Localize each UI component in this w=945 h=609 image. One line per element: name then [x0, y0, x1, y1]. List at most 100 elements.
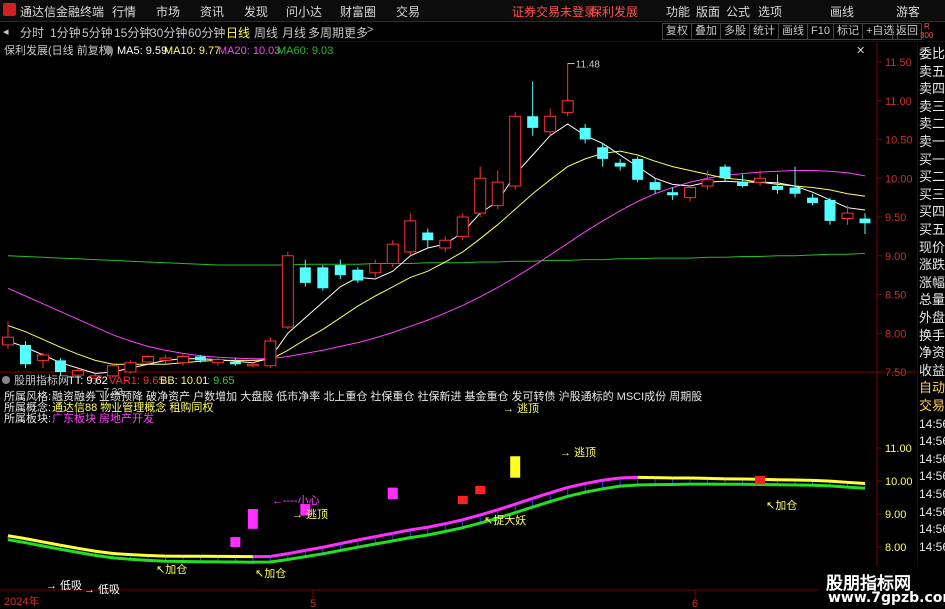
- candle-body-down: [422, 232, 434, 241]
- trade-login-notice[interactable]: 证券交易未登录: [512, 3, 596, 20]
- sub-legend-extra: : 9.65: [207, 375, 235, 387]
- candle-body-down: [737, 182, 749, 186]
- period-30min[interactable]: 30分钟: [150, 24, 187, 41]
- menu-gongneng[interactable]: 功能: [666, 3, 690, 20]
- period-multi[interactable]: 多周期: [308, 24, 344, 41]
- sub-legend-name: 股朋指标网: [14, 373, 69, 387]
- candle-body-up: [561, 100, 574, 113]
- sub-upper-segment: [427, 522, 446, 529]
- menu-zixun[interactable]: 资讯: [200, 3, 224, 20]
- candle-body-down: [649, 182, 661, 190]
- signal-add-3: ↖加仓: [766, 498, 797, 512]
- sidebar-label: 14:56: [919, 487, 945, 501]
- menu-faxian[interactable]: 发现: [244, 3, 268, 20]
- menu-wenxiaoda[interactable]: 问小达: [286, 3, 322, 20]
- candle-body-up: [211, 359, 224, 364]
- menu-jiaoyi[interactable]: 交易: [396, 3, 420, 20]
- candle-body-up: [2, 336, 14, 346]
- sidebar-label: 14:56: [919, 434, 945, 449]
- settings-dot-icon[interactable]: [105, 46, 113, 54]
- candle-body-down: [19, 344, 31, 365]
- sub-settings-dot-icon[interactable]: [2, 376, 10, 384]
- back-button[interactable]: 返回: [892, 23, 922, 40]
- period-60min[interactable]: 60分钟: [188, 24, 225, 41]
- sub-upper-segment: [77, 546, 96, 553]
- diejia-button[interactable]: 叠加: [691, 23, 721, 40]
- ma20-line: [7, 170, 866, 360]
- collapse-icon[interactable]: ✕: [856, 45, 865, 57]
- menu-xuanxiang[interactable]: 选项: [758, 3, 782, 20]
- signal-escape-top-1: → 逃顶: [503, 402, 539, 415]
- chevron-right-icon[interactable]: >: [367, 24, 373, 36]
- sidebar-label: 14:56: [919, 416, 945, 431]
- menu-banmian[interactable]: 版面: [696, 3, 720, 20]
- sub-upper-segment: [584, 478, 603, 485]
- period-5min[interactable]: 5分钟: [82, 24, 113, 41]
- menu-gongshi[interactable]: 公式: [726, 3, 750, 20]
- stock-chart[interactable]: 11.50 11.00 10.50 10.00 9.50 9.00 8.50 8.00 7.50…: [0, 42, 917, 609]
- sub-upper-segment: [60, 543, 79, 550]
- sub-upper-segment: [42, 540, 61, 547]
- main-axis-label: 8.50: [885, 290, 906, 302]
- sidebar-label: 交易: [919, 398, 945, 413]
- sidebar-label: 涨跌: [919, 257, 945, 273]
- period-more[interactable]: 更多: [344, 24, 368, 41]
- watermark: 股朋指标网 www.7gpzb.com: [818, 567, 945, 609]
- candle-body-up: [509, 115, 522, 187]
- menu-hangqing[interactable]: 行情: [112, 3, 136, 20]
- sub-upper-segment: [444, 518, 464, 526]
- sub-upper-segment: [147, 554, 166, 558]
- fuquan-button[interactable]: 复权: [662, 23, 692, 40]
- chevron-left-icon[interactable]: ◂: [3, 25, 9, 38]
- sub-upper-segment: [7, 534, 26, 541]
- sidebar-label: 14:56: [919, 539, 945, 554]
- period-monthly[interactable]: 月线: [282, 24, 306, 41]
- sidebar-label: 收益: [919, 362, 945, 378]
- period-15min[interactable]: 15分钟: [114, 24, 151, 41]
- main-axis-label: 8.00: [885, 328, 906, 340]
- menu-caifuquan[interactable]: 财富圈: [340, 3, 376, 20]
- sub-upper-segment: [812, 478, 831, 483]
- sub-lower-line: [7, 482, 866, 564]
- signal-bar: [387, 487, 398, 500]
- quote-sidebar: 委比 卖五 卖四 卖三 卖二 卖一 买一 买二 买三 买四 买五 现价 涨跌 涨幅 总量 外盘 换手 净资 收益 自动…: [917, 42, 945, 567]
- tongji-button[interactable]: 统计: [749, 23, 779, 40]
- menu-youke[interactable]: 游客: [896, 3, 920, 20]
- period-weekly[interactable]: 周线: [254, 24, 278, 41]
- candle-body-down: [772, 186, 784, 190]
- candle-body-down: [54, 360, 66, 372]
- candle-body-up: [159, 357, 172, 361]
- candle-body-down: [579, 127, 591, 140]
- sidebar-label: 外盘: [919, 310, 945, 325]
- sidebar-label: 卖二: [919, 116, 945, 132]
- sub-legend-bb: BB: 10.01: [160, 375, 208, 387]
- sidebar-label: 卖一: [919, 134, 945, 149]
- period-fenshi[interactable]: 分时: [20, 24, 44, 41]
- app-name: 通达信金融终端: [20, 5, 105, 19]
- signal-escape-top-2: → 逃顶: [560, 446, 596, 459]
- sub-upper-segment: [130, 553, 148, 558]
- candle-body-up: [684, 187, 697, 199]
- sub-legend-tt: TT: 9.62: [68, 375, 108, 387]
- sidebar-label: 换手: [919, 327, 945, 343]
- sub-upper-segment: [602, 476, 621, 482]
- menu-huaxian[interactable]: 画线: [830, 3, 854, 20]
- duogu-button[interactable]: 多股: [720, 23, 750, 40]
- menu-shichang[interactable]: 市场: [156, 3, 180, 20]
- candle-body-up: [176, 356, 189, 364]
- biaoji-button[interactable]: 标记: [833, 23, 863, 40]
- sub-upper-segment: [340, 538, 359, 546]
- title-bar: 通达信金融终端 行情 市场 资讯 发现 问小达 财富圈 交易 证券交易未登录 保…: [0, 0, 945, 22]
- candle-body-down: [334, 265, 346, 276]
- period-1min[interactable]: 1分钟: [50, 24, 81, 41]
- candle-body-down: [667, 192, 679, 196]
- period-daily[interactable]: 日线: [226, 24, 250, 41]
- block-text: 广东板块 房地产开发: [52, 411, 154, 425]
- sub-upper-segment: [357, 535, 376, 542]
- sub-upper-segment: [410, 525, 428, 532]
- signal-bar: [510, 456, 521, 478]
- candle-body-down: [194, 356, 206, 361]
- huaxian-button[interactable]: 画线: [778, 23, 808, 40]
- f10-button[interactable]: F10: [807, 23, 834, 40]
- concept-label: 所属概念:: [4, 400, 51, 414]
